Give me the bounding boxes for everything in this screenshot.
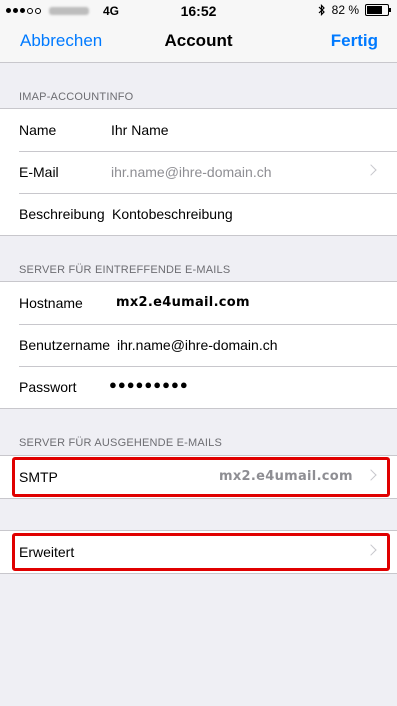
hostname-field[interactable]: mx2.e4umail.com: [116, 295, 250, 310]
description-row[interactable]: Beschreibung Kontobeschreibung: [0, 193, 397, 235]
password-label: Passwort: [19, 379, 77, 395]
battery-icon: [365, 4, 391, 16]
smtp-highlight-box: [12, 457, 390, 497]
chevron-right-icon: [365, 164, 377, 176]
battery-percent: 82 %: [331, 3, 359, 17]
imap-account-group: Name Ihr Name E-Mail ihr.name@ihre-domai…: [0, 108, 397, 236]
section-header-imap: IMAP-ACCOUNTINFO: [19, 91, 134, 103]
section-header-outgoing: SERVER FÜR AUSGEHENDE E-MAILS: [19, 437, 223, 449]
name-field[interactable]: Ihr Name: [111, 122, 169, 138]
incoming-server-group: Hostname mx2.e4umail.com Benutzername ih…: [0, 281, 397, 409]
description-field[interactable]: Kontobeschreibung: [112, 206, 233, 222]
email-value: ihr.name@ihre-domain.ch: [111, 164, 272, 180]
name-label: Name: [19, 122, 57, 138]
section-header-incoming: SERVER FÜR EINTREFFENDE E-MAILS: [19, 264, 231, 276]
email-row[interactable]: E-Mail ihr.name@ihre-domain.ch: [0, 151, 397, 193]
username-label: Benutzername: [19, 337, 111, 353]
navigation-bar: Abbrechen Account Fertig: [0, 22, 397, 63]
name-row[interactable]: Name Ihr Name: [0, 109, 397, 151]
username-row[interactable]: Benutzername ihr.name@ihre-domain.ch: [0, 324, 397, 366]
hostname-row[interactable]: Hostname mx2.e4umail.com: [0, 282, 397, 324]
password-field[interactable]: ●●●●●●●●●: [109, 377, 189, 392]
status-bar: 4G 16:52 82 %: [0, 0, 397, 22]
password-row[interactable]: Passwort ●●●●●●●●●: [0, 366, 397, 408]
status-right: 82 %: [318, 3, 391, 17]
hostname-label: Hostname: [19, 295, 83, 311]
email-label: E-Mail: [19, 164, 59, 180]
description-label: Beschreibung: [19, 206, 105, 222]
username-field[interactable]: ihr.name@ihre-domain.ch: [117, 337, 278, 353]
done-button[interactable]: Fertig: [331, 31, 378, 51]
advanced-highlight-box: [12, 533, 390, 571]
bluetooth-icon: [318, 4, 325, 16]
